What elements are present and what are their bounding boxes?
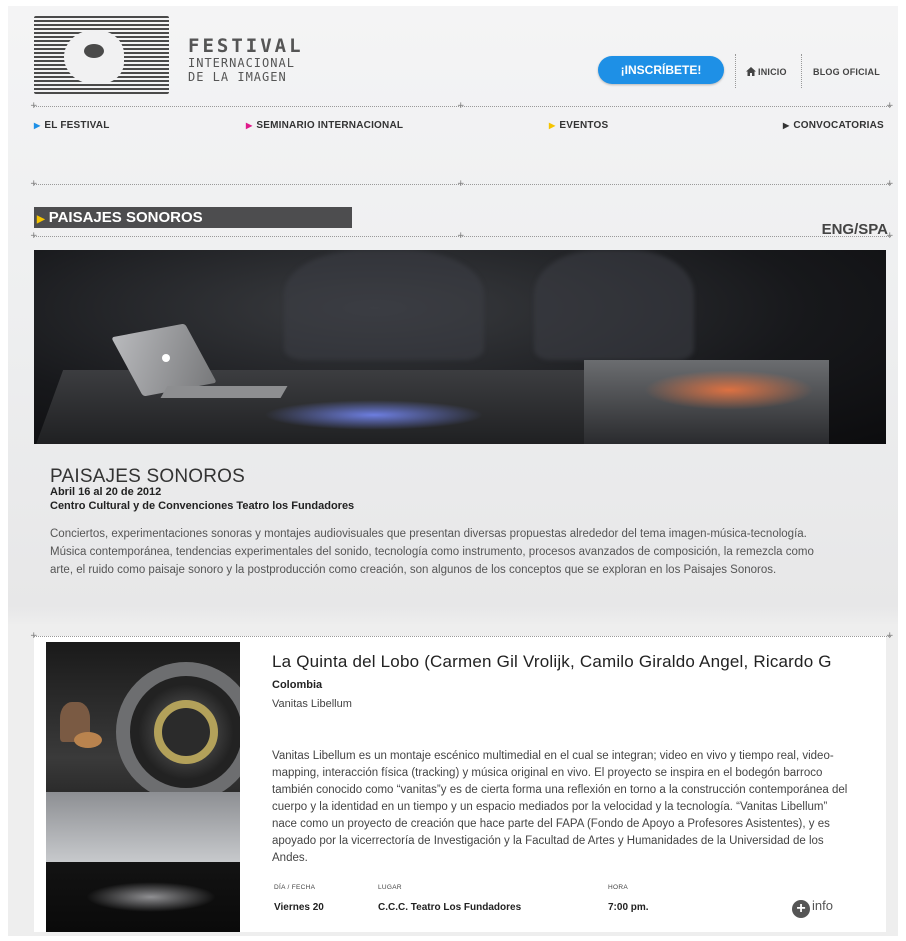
festival-logo[interactable] [34, 16, 169, 94]
section-title: PAISAJES SONOROS [48, 209, 203, 226]
hero-person-shape [284, 250, 484, 360]
info-button[interactable]: + info [792, 898, 833, 918]
blog-link[interactable]: BLOG OFICIAL [813, 67, 880, 77]
triangle-icon: ▶ [34, 121, 41, 130]
register-button[interactable]: ¡INSCRÍBETE! [598, 56, 724, 84]
date-value: Viernes 20 [274, 902, 324, 913]
divider-plus: + [30, 631, 38, 641]
performance-image [46, 642, 240, 932]
logo-text[interactable]: FESTIVAL INTERNACIONAL DE LA IMAGEN [188, 36, 304, 84]
home-link[interactable]: INICIO [746, 67, 787, 77]
menu-item-festival[interactable]: ▶ EL FESTIVAL [34, 120, 110, 131]
performance-description: Vanitas Libellum es un montaje escénico … [272, 750, 848, 864]
triangle-icon: ▶ [37, 214, 45, 225]
place-label: LUGAR [378, 884, 402, 891]
menu-item-label: EVENTOS [559, 120, 609, 131]
event-venue: Centro Cultural y de Convenciones Teatro… [50, 500, 355, 512]
divider-plus: + [457, 101, 465, 111]
image-guitar-shape [74, 732, 102, 748]
time-value: 7:00 pm. [608, 902, 649, 913]
hero-apple-logo-shape [162, 354, 170, 362]
hero-laptop-base-shape [160, 386, 288, 398]
logo-eye-shape [84, 44, 104, 58]
menu-item-label: SEMINARIO INTERNACIONAL [256, 120, 404, 131]
nav-separator [801, 54, 802, 88]
image-stage-shape [46, 792, 240, 862]
triangle-icon: ▶ [549, 121, 556, 130]
divider-plus: + [886, 101, 894, 111]
triangle-icon: ▶ [246, 121, 253, 130]
divider-plus: + [30, 101, 38, 111]
performance-title[interactable]: La Quinta del Lobo (Carmen Gil Vrolijk, … [272, 652, 882, 672]
logo-line-1: FESTIVAL [188, 35, 304, 57]
date-label: DÍA / FECHA [274, 884, 316, 891]
time-label: HORA [608, 884, 628, 891]
performance-work: Vanitas Libellum [272, 698, 352, 710]
performance-country: Colombia [272, 679, 323, 691]
page: FESTIVAL INTERNACIONAL DE LA IMAGEN ¡INS… [8, 6, 898, 936]
home-icon [746, 67, 756, 76]
hero-blue-light [264, 400, 484, 430]
logo-line-3: DE LA IMAGEN [188, 70, 287, 84]
divider-plus: + [886, 231, 894, 241]
event-dates: Abril 16 al 20 de 2012 [50, 486, 162, 498]
plus-icon: + [792, 900, 810, 918]
hero-orange-light [644, 370, 814, 410]
menu-item-seminario[interactable]: ▶ SEMINARIO INTERNACIONAL [246, 120, 403, 131]
logo-line-2: INTERNACIONAL [188, 56, 295, 70]
place-value: C.C.C. Teatro Los Fundadores [378, 902, 522, 913]
event-description: Conciertos, experimentaciones sonoras y … [50, 528, 814, 576]
hero-image [34, 250, 886, 444]
divider-plus: + [457, 231, 465, 241]
triangle-icon: ▶ [783, 121, 790, 130]
menu-item-eventos[interactable]: ▶ EVENTOS [549, 120, 608, 131]
divider-plus: + [886, 179, 894, 189]
divider-plus: + [886, 631, 894, 641]
performance-card: La Quinta del Lobo (Carmen Gil Vrolijk, … [34, 636, 886, 932]
menu-item-label: EL FESTIVAL [44, 120, 110, 131]
event-title: PAISAJES SONOROS [50, 466, 246, 487]
section-title-bar: ▶ PAISAJES SONOROS [34, 207, 352, 228]
info-button-label: info [812, 898, 833, 913]
divider-plus: + [457, 179, 465, 189]
divider-plus: + [30, 179, 38, 189]
nav-separator [735, 54, 736, 88]
home-link-label: INICIO [758, 67, 787, 77]
image-floor-light [86, 882, 216, 912]
menu-item-convocatorias[interactable]: ▶ CONVOCATORIAS [783, 120, 884, 131]
divider [34, 636, 891, 637]
image-inner-ring-shape [154, 700, 218, 764]
hero-person-shape [534, 250, 694, 360]
menu-item-label: CONVOCATORIAS [793, 120, 884, 131]
divider-plus: + [30, 231, 38, 241]
